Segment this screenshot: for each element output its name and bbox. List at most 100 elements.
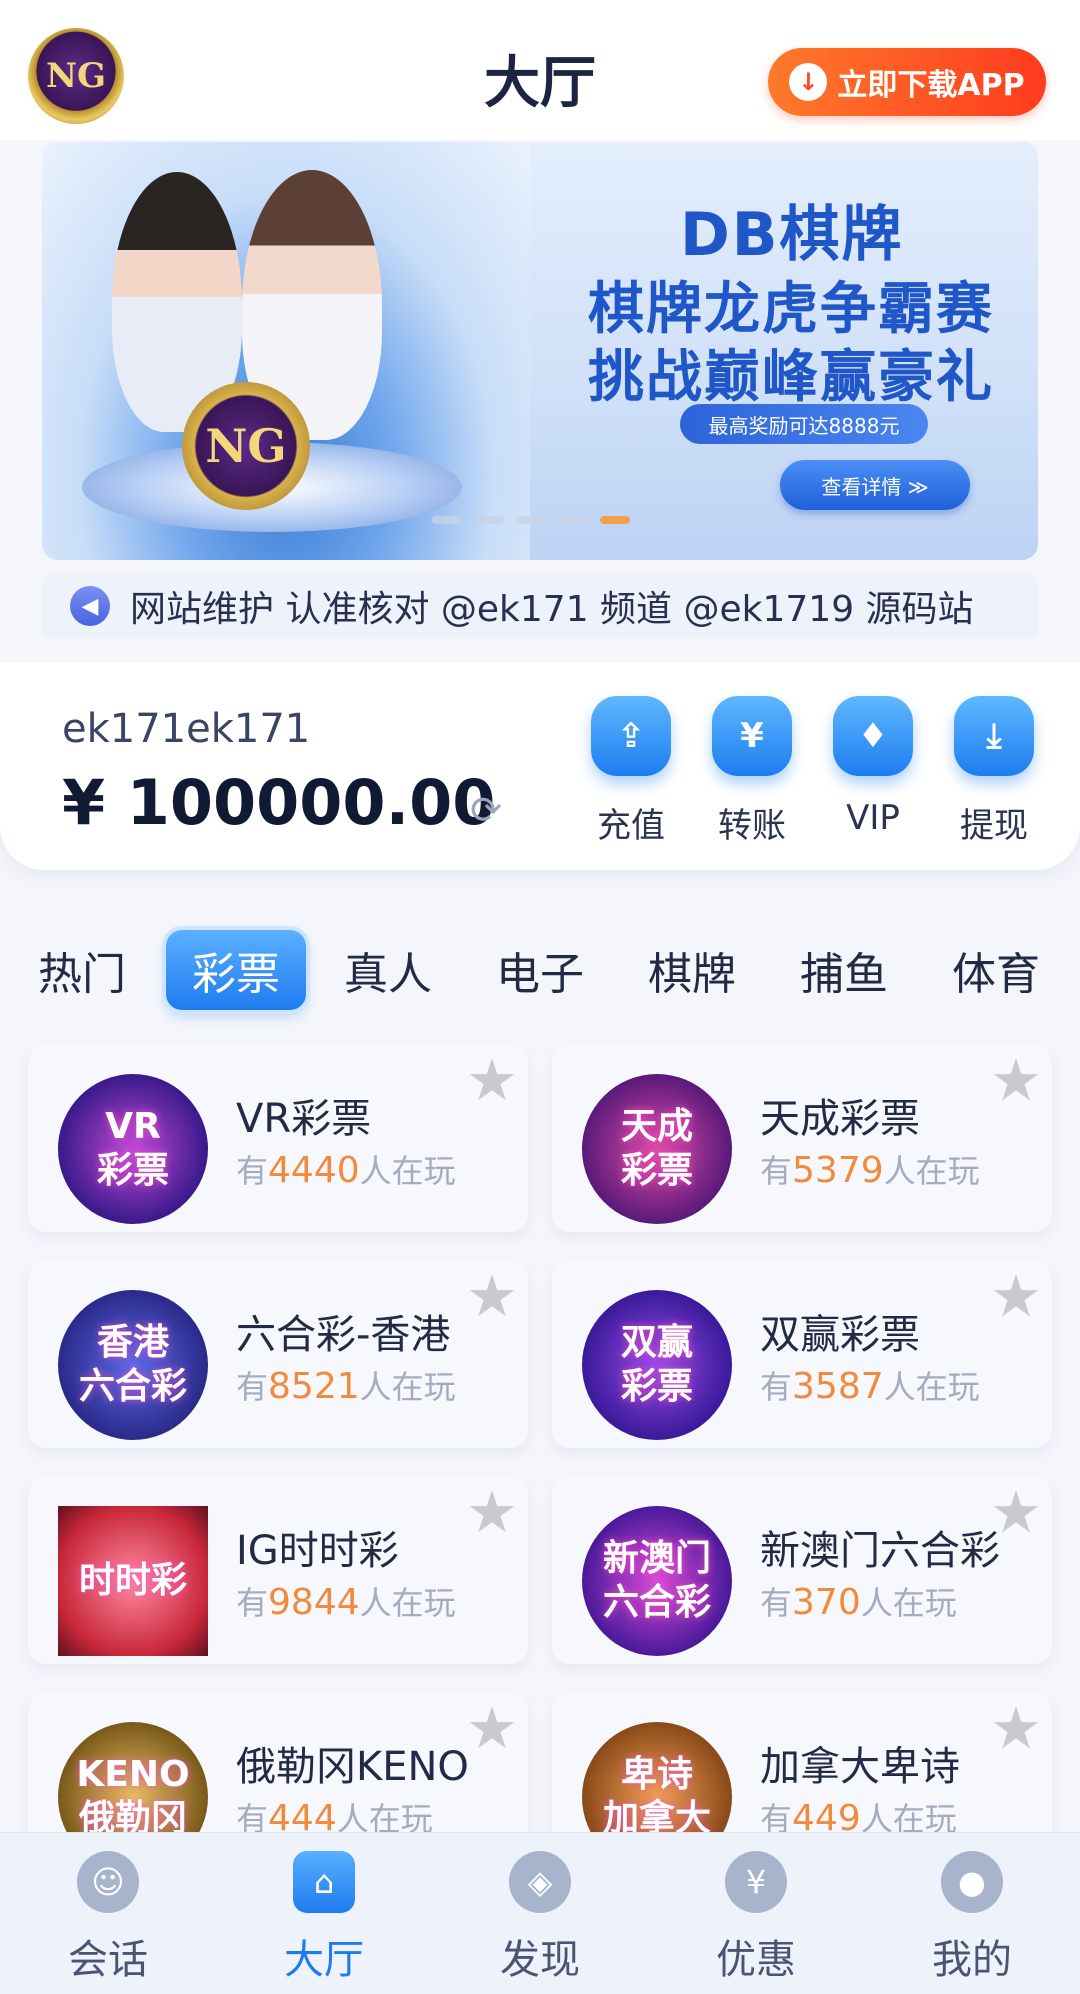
game-name: 六合彩-香港 [236,1312,451,1358]
nav-label: 发现 [500,1937,580,1983]
players-count: 有4440人在玩 [236,1146,456,1192]
favorite-star-icon[interactable]: ★ [990,1696,1042,1760]
banner-dot[interactable] [516,516,546,524]
players-count: 有370人在玩 [760,1578,957,1624]
players-prefix: 有 [236,1584,269,1622]
game-thumbnail: 新澳门 六合彩 [582,1506,732,1656]
vip-button[interactable]: ♦ VIP [818,696,928,838]
nav-label: 大厅 [284,1937,364,1983]
players-number: 8521 [268,1366,360,1407]
home-icon: ⌂ [293,1851,355,1913]
withdraw-button[interactable]: ⤓ 提现 [939,696,1049,847]
players-count: 有8521人在玩 [236,1362,456,1408]
game-name: 俄勒冈KENO [236,1744,469,1790]
coupon-icon: ¥ [725,1851,787,1913]
nav-promotions[interactable]: ¥ 优惠 [686,1851,826,1985]
players-number: 3587 [792,1366,884,1407]
refresh-icon[interactable]: ⟳ [464,788,508,832]
speaker-icon: ◀ [70,586,110,626]
game-card[interactable]: 天成 彩票 天成彩票 有5379人在玩 ★ [552,1044,1052,1232]
game-name: 新澳门六合彩 [760,1528,1000,1574]
chat-icon: ☺ [77,1851,139,1913]
players-number: 370 [792,1582,861,1623]
nav-chat[interactable]: ☺ 会话 [38,1851,178,1985]
game-card[interactable]: VR 彩票 VR彩票 有4440人在玩 ★ [28,1044,528,1232]
tab-hot[interactable]: 热门 [12,930,152,1010]
game-thumbnail-text: KENO 俄勒冈 [76,1754,190,1839]
tab-cards[interactable]: 棋牌 [622,930,762,1010]
game-name: 双赢彩票 [760,1312,920,1358]
game-card[interactable]: 时时彩 IG时时彩 有9844人在玩 ★ [28,1476,528,1664]
players-suffix: 人在玩 [359,1152,456,1190]
players-prefix: 有 [760,1584,793,1622]
players-number: 4440 [268,1150,360,1191]
tab-slots[interactable]: 电子 [470,930,610,1010]
balance-amount: ¥ 100000.00 [62,766,496,839]
banner-dot-active[interactable] [600,516,630,524]
header: NG 大厅 ↓ 立即下载APP [0,0,1080,140]
favorite-star-icon[interactable]: ★ [466,1048,518,1112]
tab-sports[interactable]: 体育 [926,930,1066,1010]
game-thumbnail-text: 时时彩 [78,1560,187,1601]
game-thumbnail-text: 香港 六合彩 [78,1322,187,1407]
players-suffix: 人在玩 [883,1152,980,1190]
banner-dot[interactable] [474,516,504,524]
favorite-star-icon[interactable]: ★ [466,1480,518,1544]
players-number: 9844 [268,1582,360,1623]
players-suffix: 人在玩 [860,1584,957,1622]
nav-lobby[interactable]: ⌂ 大厅 [254,1851,394,1985]
favorite-star-icon[interactable]: ★ [990,1264,1042,1328]
game-name: 天成彩票 [760,1096,920,1142]
game-thumbnail-text: 天成 彩票 [620,1106,693,1191]
game-thumbnail-text: 新澳门 六合彩 [602,1538,711,1623]
players-suffix: 人在玩 [883,1368,980,1406]
banner-pagination [432,516,630,524]
vip-diamond-icon: ♦ [833,696,913,776]
deposit-label: 充值 [597,806,665,846]
players-suffix: 人在玩 [359,1368,456,1406]
game-card[interactable]: 新澳门 六合彩 新澳门六合彩 有370人在玩 ★ [552,1476,1052,1664]
game-name: IG时时彩 [236,1528,399,1574]
game-thumbnail: 天成 彩票 [582,1074,732,1224]
banner-subheadline: 挑战巅峰赢豪礼 [588,345,994,410]
players-count: 有5379人在玩 [760,1146,980,1192]
players-number: 5379 [792,1150,884,1191]
download-icon: ⤓ [954,696,1034,776]
transfer-button[interactable]: ¥ 转账 [697,696,807,847]
tab-fishing[interactable]: 捕鱼 [774,930,914,1010]
players-count: 有3587人在玩 [760,1362,980,1408]
players-count: 有9844人在玩 [236,1578,456,1624]
banner-dot[interactable] [558,516,588,524]
nav-discover[interactable]: ◈ 发现 [470,1851,610,1985]
download-app-button[interactable]: ↓ 立即下载APP [768,48,1046,116]
tab-lottery[interactable]: 彩票 [166,930,306,1010]
tab-live[interactable]: 真人 [318,930,458,1010]
deposit-button[interactable]: ⇪ 充值 [576,696,686,847]
players-prefix: 有 [236,1152,269,1190]
nav-label: 会话 [68,1937,148,1983]
promo-banner[interactable]: NG DB棋牌 棋牌龙虎争霸赛 挑战巅峰赢豪礼 最高奖励可达8888元 查看详情… [42,142,1038,560]
account-card: ek171ek171 ¥ 100000.00 ⟳ ⇪ 充值 ¥ 转账 ♦ VIP… [0,662,1080,870]
notice-text: 网站维护 认准核对 @ek171 频道 @ek1719 源码站 [130,589,974,630]
nav-label: 优惠 [716,1937,796,1983]
notice-marquee[interactable]: ◀ 网站维护 认准核对 @ek171 频道 @ek1719 源码站 [42,574,1038,638]
banner-badge-text: NG [205,419,287,473]
favorite-star-icon[interactable]: ★ [466,1696,518,1760]
banner-reward-pill: 最高奖励可达8888元 [680,404,928,444]
banner-details-button[interactable]: 查看详情 ≫ [780,460,970,510]
download-app-label: 立即下载APP [837,68,1025,103]
game-card[interactable]: 双赢 彩票 双赢彩票 有3587人在玩 ★ [552,1260,1052,1448]
nav-profile[interactable]: ● 我的 [902,1851,1042,1985]
game-card[interactable]: 香港 六合彩 六合彩-香港 有8521人在玩 ★ [28,1260,528,1448]
favorite-star-icon[interactable]: ★ [466,1264,518,1328]
banner-image-right: DB棋牌 棋牌龙虎争霸赛 挑战巅峰赢豪礼 最高奖励可达8888元 查看详情 ≫ [530,142,1038,560]
players-suffix: 人在玩 [359,1584,456,1622]
game-name: 加拿大卑诗 [760,1744,960,1790]
favorite-star-icon[interactable]: ★ [990,1480,1042,1544]
transfer-icon: ¥ [712,696,792,776]
banner-dot[interactable] [432,516,462,524]
favorite-star-icon[interactable]: ★ [990,1048,1042,1112]
players-prefix: 有 [760,1368,793,1406]
upload-icon: ⇪ [591,696,671,776]
profile-icon: ● [941,1851,1003,1913]
